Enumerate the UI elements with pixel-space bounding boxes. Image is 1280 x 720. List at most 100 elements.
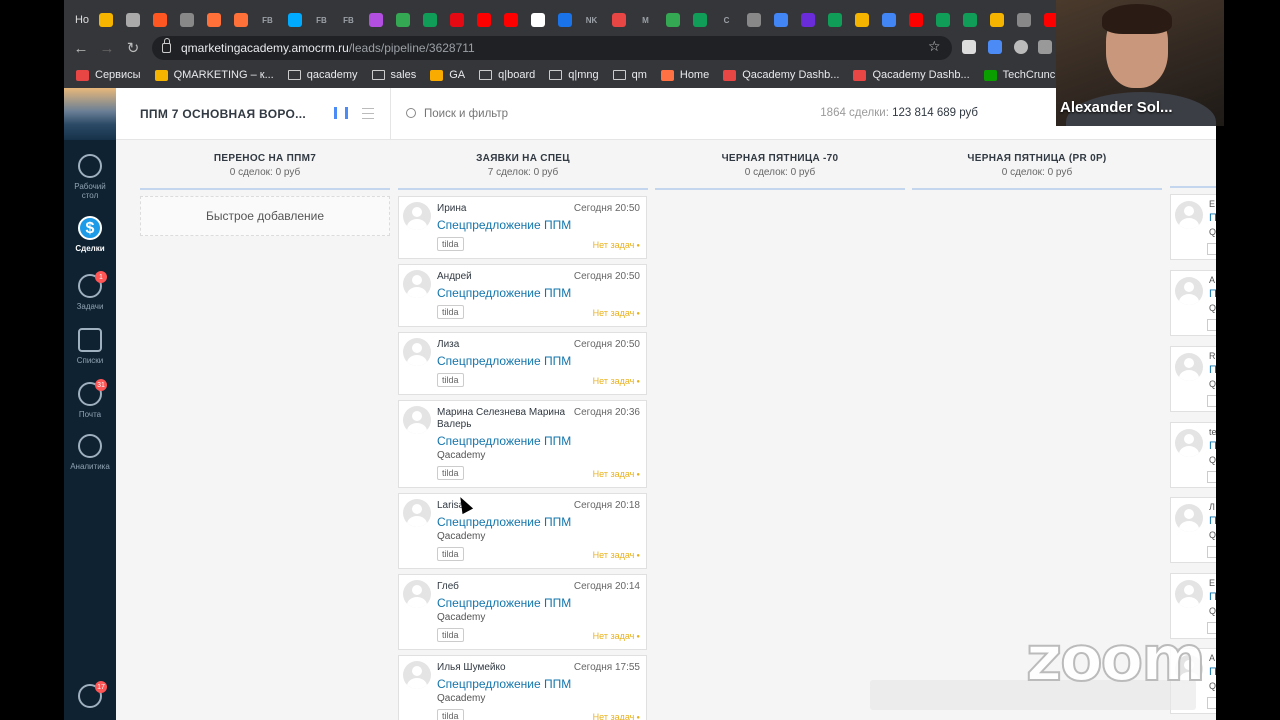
task-status[interactable]: Нет задач xyxy=(593,631,640,641)
deal-link[interactable]: Спецпредложение ППМ xyxy=(437,515,640,529)
deal-tag[interactable]: tilda xyxy=(437,709,464,720)
sidebar-item[interactable]: Аналитика xyxy=(64,434,116,471)
browser-tab[interactable] xyxy=(740,9,767,31)
browser-tab[interactable] xyxy=(659,9,686,31)
browser-tab[interactable] xyxy=(281,9,308,31)
browser-tab[interactable] xyxy=(92,9,119,31)
search-input[interactable] xyxy=(424,105,724,123)
deal-card-partial[interactable]: ЕПQ xyxy=(1170,194,1216,260)
deal-card[interactable]: Глеб Сегодня 20:14 Спецпредложение ППМ Qaca… xyxy=(398,574,647,650)
company-name[interactable]: Qacademy xyxy=(437,612,640,623)
browser-tab[interactable] xyxy=(443,9,470,31)
browser-tab[interactable] xyxy=(605,9,632,31)
browser-tab[interactable] xyxy=(875,9,902,31)
deal-link[interactable]: Спецпредложение ППМ xyxy=(437,354,640,368)
bookmark-item[interactable]: sales xyxy=(371,69,416,81)
browser-tab[interactable] xyxy=(119,9,146,31)
bookmark-item[interactable]: qacademy xyxy=(287,69,358,81)
sidebar-item[interactable]: Списки xyxy=(64,328,116,365)
browser-tab[interactable] xyxy=(821,9,848,31)
browser-tab[interactable] xyxy=(416,9,443,31)
url-bar[interactable]: qmarketingacademy.amocrm.ru /leads/pipel… xyxy=(152,36,952,60)
task-status[interactable]: Нет задач xyxy=(593,376,640,386)
deal-card-partial[interactable]: ЛПQ xyxy=(1170,497,1216,563)
browser-tab[interactable]: M xyxy=(632,9,659,31)
extension-icon[interactable] xyxy=(988,40,1002,54)
task-status[interactable]: Нет задач xyxy=(593,550,640,560)
browser-tab[interactable] xyxy=(173,9,200,31)
sidebar-item[interactable]: 31 Почта xyxy=(64,379,116,419)
bookmark-item[interactable]: qm xyxy=(612,69,647,81)
bookmark-star-icon[interactable]: ☆ xyxy=(928,38,941,55)
browser-tab[interactable] xyxy=(200,9,227,31)
deal-card[interactable]: Лиза Сегодня 20:50 Спецпредложение ППМ tild… xyxy=(398,332,647,395)
company-name[interactable]: Qacademy xyxy=(437,693,640,704)
deal-card[interactable]: Larisa Сегодня 20:18 Спецпредложение ППМ Qa… xyxy=(398,493,647,569)
deal-tag[interactable]: tilda xyxy=(437,466,464,480)
browser-tab[interactable] xyxy=(389,9,416,31)
bookmark-item[interactable]: Qacademy Dashb... xyxy=(853,69,970,81)
deal-card[interactable]: Андрей Сегодня 20:50 Спецпредложение ППМ ti… xyxy=(398,264,647,327)
task-status[interactable]: Нет задач xyxy=(593,240,640,250)
bookmark-item[interactable]: Home xyxy=(660,69,709,81)
browser-tab[interactable] xyxy=(929,9,956,31)
browser-tab[interactable] xyxy=(362,9,389,31)
deal-card-partial[interactable]: АПQ xyxy=(1170,270,1216,336)
globe-extension-icon[interactable] xyxy=(1014,40,1028,54)
sidebar-item[interactable]: 1 Задачи xyxy=(64,271,116,311)
deal-card[interactable]: Марина Селезнева Марина Валерь Сегодня 20… xyxy=(398,400,647,488)
browser-tab[interactable] xyxy=(956,9,983,31)
quick-add-button[interactable]: Быстрое добавление xyxy=(140,196,390,236)
browser-tab[interactable] xyxy=(902,9,929,31)
task-status[interactable]: Нет задач xyxy=(593,712,640,720)
browser-tab[interactable]: FB xyxy=(335,9,362,31)
deal-link[interactable]: П xyxy=(1209,288,1216,300)
browser-tab[interactable] xyxy=(848,9,875,31)
deal-tag[interactable]: tilda xyxy=(437,547,464,561)
deal-link[interactable]: П xyxy=(1209,364,1216,376)
browser-tab[interactable] xyxy=(551,9,578,31)
deal-card-partial[interactable]: RПQ xyxy=(1170,346,1216,412)
deal-link[interactable]: П xyxy=(1209,666,1216,678)
code-extension-icon[interactable] xyxy=(1038,40,1052,54)
list-view-icon[interactable] xyxy=(362,108,374,119)
sidebar-item[interactable]: $ Сделки xyxy=(64,216,116,253)
forward-icon[interactable]: → xyxy=(94,35,120,61)
deal-card[interactable]: Илья Шумейко Сегодня 17:55 Спецпредложение… xyxy=(398,655,647,720)
deal-link[interactable]: П xyxy=(1209,212,1216,224)
bookmark-item[interactable]: q|mng xyxy=(549,69,599,81)
browser-tab[interactable] xyxy=(227,9,254,31)
browser-tab[interactable] xyxy=(686,9,713,31)
bookmark-item[interactable]: Сервисы xyxy=(76,69,141,81)
deal-link[interactable]: Спецпредложение ППМ xyxy=(437,677,640,691)
deal-link[interactable]: Спецпредложение ППМ xyxy=(437,286,640,300)
sidebar-item[interactable]: Рабочий стол xyxy=(64,154,116,200)
browser-tab[interactable] xyxy=(1010,9,1037,31)
s-extension-icon[interactable] xyxy=(962,40,976,54)
bookmark-item[interactable]: GA xyxy=(430,69,465,81)
account-logo[interactable] xyxy=(64,88,116,140)
deal-link[interactable]: Спецпредложение ППМ xyxy=(437,596,640,610)
task-status[interactable]: Нет задач xyxy=(593,308,640,318)
deal-tag[interactable]: tilda xyxy=(437,628,464,642)
deal-link[interactable]: Спецпредложение ППМ xyxy=(437,218,640,232)
deal-link[interactable]: П xyxy=(1209,515,1216,527)
deal-tag[interactable]: tilda xyxy=(437,373,464,387)
chat-icon[interactable]: 17 xyxy=(78,681,107,708)
task-status[interactable]: Нет задач xyxy=(593,469,640,479)
browser-tab[interactable]: NK xyxy=(578,9,605,31)
deal-link[interactable]: П xyxy=(1209,440,1216,452)
reload-icon[interactable]: ↻ xyxy=(120,35,146,61)
bookmark-item[interactable]: Qacademy Dashb... xyxy=(723,69,839,81)
bookmark-item[interactable]: QMARKETING – к... xyxy=(154,69,274,81)
company-name[interactable]: Qacademy xyxy=(437,450,640,461)
browser-tab[interactable] xyxy=(794,9,821,31)
kanban-view-icon[interactable] xyxy=(334,107,348,119)
browser-tab[interactable] xyxy=(983,9,1010,31)
browser-tab[interactable] xyxy=(146,9,173,31)
deal-tag[interactable]: tilda xyxy=(437,305,464,319)
deal-link[interactable]: Спецпредложение ППМ xyxy=(437,434,640,448)
browser-tab[interactable] xyxy=(497,9,524,31)
back-icon[interactable]: ← xyxy=(68,35,94,61)
bookmark-item[interactable]: TechCrunch xyxy=(983,69,1061,81)
